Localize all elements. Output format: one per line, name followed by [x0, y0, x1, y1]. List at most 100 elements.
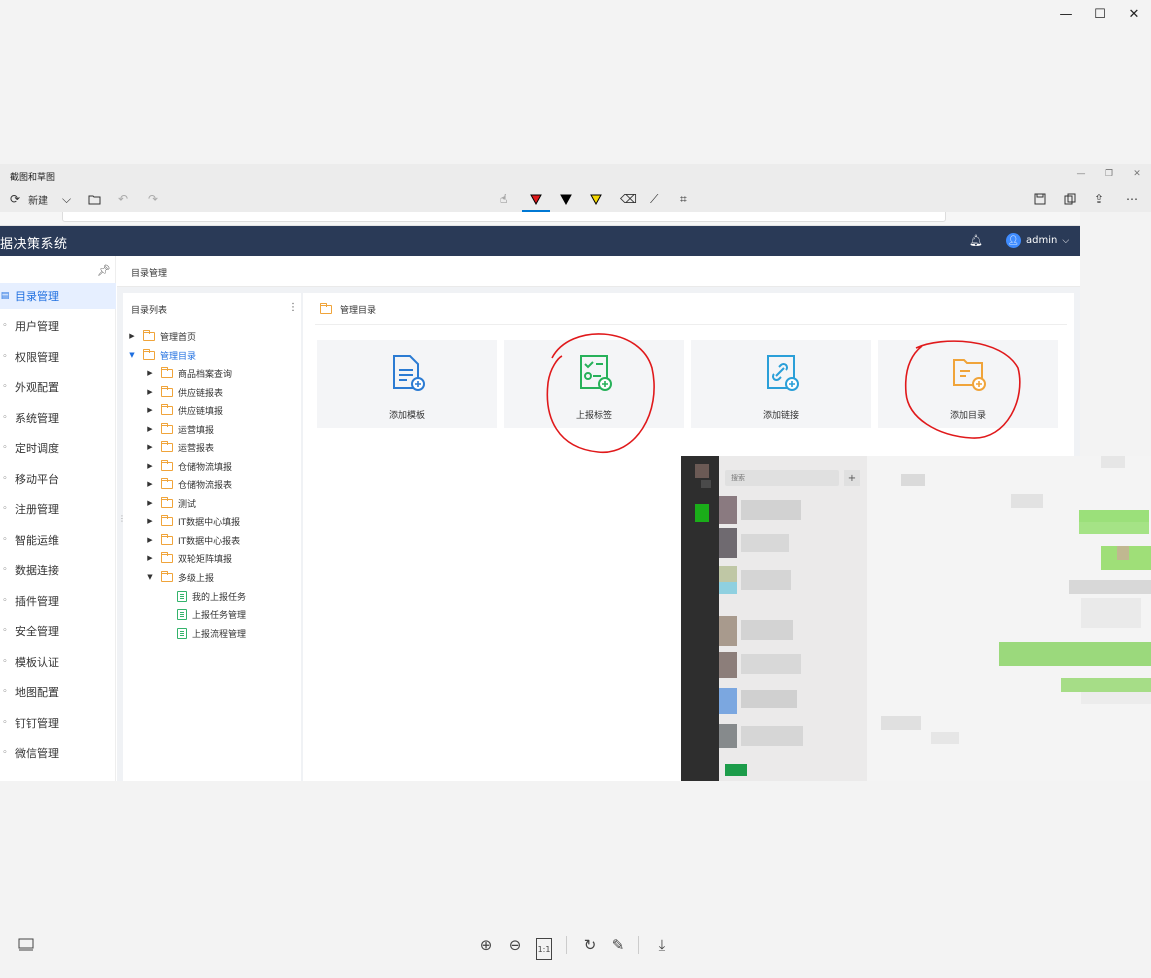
new-snip-dropdown-icon[interactable]: ⌵	[62, 189, 71, 209]
tree-node[interactable]: ▼ 管理目录	[127, 346, 196, 364]
snip-minimize-icon[interactable]: —	[1067, 164, 1095, 184]
maximize-icon[interactable]: ☐	[1083, 0, 1117, 28]
snip-restore-icon[interactable]: ❐	[1095, 164, 1123, 184]
pen-icon[interactable]: ✎	[608, 934, 628, 956]
caret-right-icon[interactable]: ▶	[145, 517, 155, 525]
tree-node[interactable]: ▶ IT数据中心报表	[145, 531, 240, 549]
sidebar-item-label: 系统管理	[15, 412, 59, 425]
chat-search-input[interactable]: 搜索	[725, 470, 839, 486]
add-template-card[interactable]: 添加模板	[317, 340, 497, 428]
highlighter-icon[interactable]	[590, 189, 602, 209]
sidebar-item-mobile[interactable]: ◦ 移动平台	[0, 466, 116, 492]
sidebar-item-map[interactable]: ◦ 地图配置	[0, 679, 116, 705]
more-icon[interactable]: ⋯	[1126, 189, 1138, 209]
tree-node-label: 供应链报表	[178, 388, 224, 399]
pencil-icon[interactable]	[560, 189, 572, 209]
tree-node[interactable]: ▶ 管理首页	[127, 327, 196, 345]
redo-icon[interactable]: ↷	[148, 189, 158, 209]
caret-right-icon[interactable]: ▶	[145, 369, 155, 377]
sidebar-item-ops[interactable]: ◦ 智能运维	[0, 527, 116, 553]
caret-right-icon[interactable]: ▶	[145, 554, 155, 562]
add-link-card[interactable]: 添加链接	[691, 340, 871, 428]
add-folder-card[interactable]: 添加目录	[878, 340, 1058, 428]
tree-node[interactable]: ▶ 双轮矩阵填报	[145, 549, 232, 567]
sidebar-item-users[interactable]: ◦ 用户管理	[0, 313, 116, 339]
close-icon[interactable]: ✕	[1117, 0, 1151, 28]
tree-node[interactable]: ▶ 测试	[145, 494, 196, 512]
crop-icon[interactable]: ⌗	[680, 189, 687, 209]
app-title: 据决策系统	[0, 237, 68, 252]
caret-right-icon[interactable]: ▶	[145, 536, 155, 544]
sidebar-item-wechat[interactable]: ◦ 微信管理	[0, 740, 116, 766]
sidebar-item-permissions[interactable]: ◦ 权限管理	[0, 344, 116, 370]
caret-down-icon[interactable]: ▼	[127, 351, 137, 359]
folder-icon	[161, 514, 173, 526]
copy-icon[interactable]	[1064, 189, 1076, 209]
more-vertical-icon[interactable]: ⋮	[288, 302, 298, 313]
snip-close-icon[interactable]: ✕	[1123, 164, 1151, 184]
pin-icon[interactable]: 📌︎	[97, 264, 111, 277]
caret-right-icon[interactable]: ▶	[145, 480, 155, 488]
caret-right-icon[interactable]: ▶	[127, 332, 137, 340]
touch-writing-icon[interactable]: ☝	[500, 189, 507, 209]
caret-right-icon[interactable]: ▶	[145, 406, 155, 414]
tree-node[interactable]: ▶ 商品档案查询	[145, 364, 232, 382]
add-link-icon	[767, 355, 799, 391]
tree-node[interactable]: ▶ 运营报表	[145, 438, 214, 456]
plus-icon[interactable]: +	[844, 470, 860, 486]
layout-icon[interactable]	[16, 934, 36, 956]
caret-right-icon[interactable]: ▶	[145, 462, 155, 470]
new-snip-label: 新建	[28, 195, 49, 207]
sidebar-item-system[interactable]: ◦ 系统管理	[0, 405, 116, 431]
sidebar-item-registration[interactable]: ◦ 注册管理	[0, 496, 116, 522]
ruler-icon[interactable]: ⟋	[650, 189, 658, 209]
caret-right-icon[interactable]: ▶	[145, 425, 155, 433]
tree-node[interactable]: ▶ 仓储物流报表	[145, 475, 232, 493]
tree-node[interactable]: ▶ 运营填报	[145, 420, 214, 438]
tree-node[interactable]: ▼ 多级上报	[145, 568, 214, 586]
caret-down-icon[interactable]: ▼	[145, 573, 155, 581]
new-snip-button[interactable]: ⟳ 新建	[10, 189, 48, 209]
folder-icon	[161, 459, 173, 471]
user-menu[interactable]: 👤︎ admin ⌵	[1006, 233, 1069, 248]
sidebar-item-dingtalk[interactable]: ◦ 钉钉管理	[0, 710, 116, 736]
bell-icon[interactable]: 🔔︎	[969, 234, 983, 247]
actual-size-icon[interactable]: 1:1	[536, 938, 552, 960]
tree-node[interactable]: ▶ 供应链报表	[145, 383, 223, 401]
sidebar-item-label: 模板认证	[15, 656, 59, 669]
share-icon[interactable]: ⇪	[1094, 189, 1104, 209]
report-tag-card[interactable]: 上报标签	[504, 340, 684, 428]
caret-right-icon[interactable]: ▶	[145, 499, 155, 507]
minimize-icon[interactable]: —	[1049, 0, 1083, 28]
sidebar-item-appearance[interactable]: ◦ 外观配置	[0, 374, 116, 400]
address-bar[interactable]	[62, 212, 946, 222]
caret-right-icon[interactable]: ▶	[145, 388, 155, 396]
tree-node[interactable]: 上报任务管理	[173, 605, 246, 623]
eraser-icon[interactable]: ⌫	[620, 189, 637, 209]
download-icon[interactable]: ⤓	[652, 934, 672, 956]
window-controls: — ☐ ✕	[1049, 0, 1151, 28]
tree-node[interactable]: ▶ IT数据中心填报	[145, 512, 240, 530]
sidebar-item-plugins[interactable]: ◦ 插件管理	[0, 588, 116, 614]
chat-nav-bar	[681, 456, 719, 781]
save-icon[interactable]	[1034, 189, 1046, 209]
folder-icon	[161, 403, 173, 415]
sidebar-item-label: 安全管理	[15, 625, 59, 638]
sidebar-item-data-connection[interactable]: ◦ 数据连接	[0, 557, 116, 583]
tree-node[interactable]: 我的上报任务	[173, 587, 246, 605]
tree-node[interactable]: ▶ 供应链填报	[145, 401, 223, 419]
sidebar-item-directory[interactable]: ▤ 目录管理	[0, 283, 116, 309]
tree-node[interactable]: ▶ 仓储物流填报	[145, 457, 232, 475]
rotate-icon[interactable]: ↻	[580, 934, 600, 956]
open-folder-icon[interactable]	[88, 189, 101, 209]
sidebar-item-security[interactable]: ◦ 安全管理	[0, 618, 116, 644]
clock-icon: ◦	[2, 443, 8, 453]
zoom-out-icon[interactable]: ⊖	[505, 934, 525, 956]
undo-icon[interactable]: ↶	[118, 189, 128, 209]
tree-node[interactable]: 上报流程管理	[173, 624, 246, 642]
ballpoint-pen-icon[interactable]	[530, 189, 542, 209]
zoom-in-icon[interactable]: ⊕	[476, 934, 496, 956]
sidebar-item-schedule[interactable]: ◦ 定时调度	[0, 435, 116, 461]
sidebar-item-template-auth[interactable]: ◦ 模板认证	[0, 649, 116, 675]
caret-right-icon[interactable]: ▶	[145, 443, 155, 451]
